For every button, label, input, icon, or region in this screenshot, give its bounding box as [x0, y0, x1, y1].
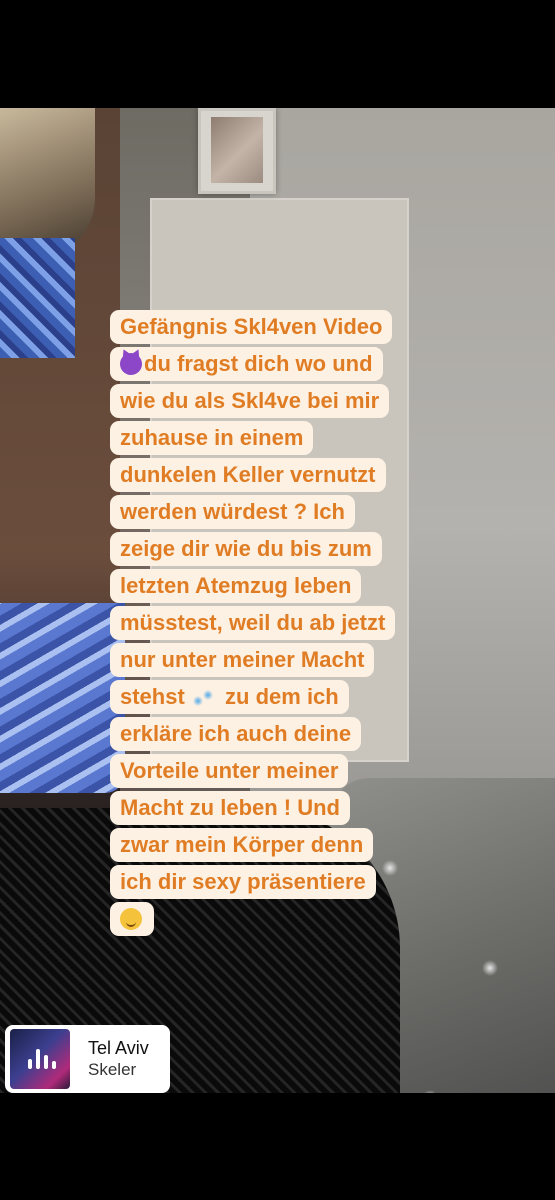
caption-line: müsstest, weil du ab jetzt: [110, 606, 396, 640]
audio-waveform-icon: [28, 1049, 56, 1069]
caption-line: wie du als Skl4ve bei mir: [110, 384, 390, 418]
caption-line: zwar mein Körper denn: [110, 828, 374, 862]
caption-line: nur unter meiner Macht: [110, 643, 375, 677]
caption-line: erkläre ich auch deine: [110, 717, 362, 751]
album-art: [10, 1029, 70, 1089]
story-caption: Gefängnis Skl4ven Video du fragst dich w…: [110, 310, 470, 939]
caption-line: Macht zu leben ! Und: [110, 791, 350, 825]
caption-line: letzten Atemzug leben: [110, 569, 362, 603]
caption-line: werden würdest ? Ich: [110, 495, 355, 529]
music-sticker[interactable]: Tel Aviv Skeler: [5, 1025, 170, 1093]
caption-line: ich dir sexy präsentiere: [110, 865, 376, 899]
song-title: Tel Aviv: [88, 1038, 149, 1058]
purple-devil-face-icon: [120, 353, 142, 375]
caption-line: [110, 902, 154, 936]
song-artist: Skeler: [88, 1060, 137, 1079]
caption-line: zuhause in einem: [110, 421, 314, 455]
sweat-droplets-icon: [190, 686, 217, 708]
caption-line: dunkelen Keller vernutzt: [110, 458, 386, 492]
caption-line: zeige dir wie du bis zum: [110, 532, 382, 566]
wall-picture-frame: [198, 108, 276, 194]
caption-line: Vorteile unter meiner: [110, 754, 349, 788]
caption-line: du fragst dich wo und: [110, 347, 383, 381]
caption-line: Gefängnis Skl4ven Video: [110, 310, 393, 344]
caption-line: stehst zu dem ich: [110, 680, 349, 714]
winking-face-icon: [120, 908, 142, 930]
